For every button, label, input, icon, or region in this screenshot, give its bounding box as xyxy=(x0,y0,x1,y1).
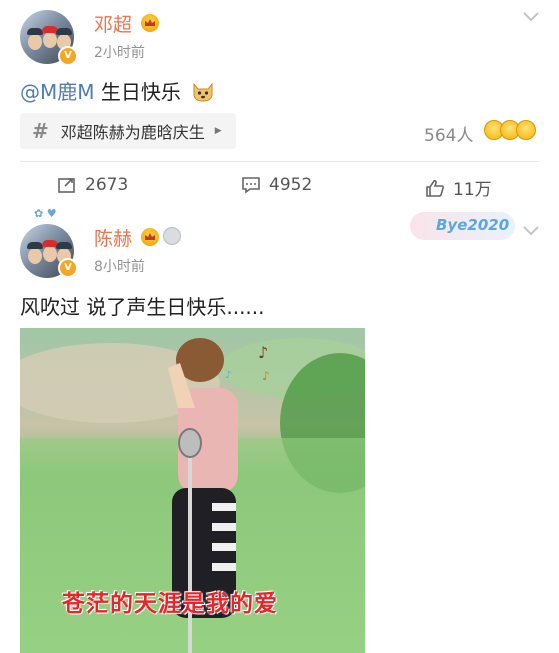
author-name[interactable]: 陈赫 xyxy=(94,224,132,251)
svg-text:♪: ♪ xyxy=(258,343,268,362)
svg-text:♪: ♪ xyxy=(225,370,231,381)
verified-badge-icon: V xyxy=(58,46,78,66)
comment-count: 4952 xyxy=(269,175,313,195)
image-subtitle: 苍茫的天涯是我的爱 xyxy=(62,591,278,617)
post-text: @M鹿M 生日快乐 xyxy=(20,76,215,107)
card-decoration-text: Bye2020 xyxy=(436,216,510,234)
crown-icon xyxy=(141,228,159,246)
surprise-emoji-icon xyxy=(516,120,536,140)
divider xyxy=(20,161,539,162)
repost-count: 2673 xyxy=(85,175,129,195)
medal-icon xyxy=(163,227,181,245)
chevron-down-icon[interactable] xyxy=(522,222,540,241)
caret-right-icon: ▶ xyxy=(214,126,222,136)
post-text: 风吹过 说了声生日快乐...... xyxy=(20,295,265,319)
mention-link[interactable]: @M鹿M xyxy=(20,80,95,104)
repost-icon xyxy=(58,178,75,193)
post-time: 2小时前 xyxy=(94,45,145,61)
avatar-frame-decoration: ✿ ♥ xyxy=(34,207,57,220)
chevron-down-icon[interactable] xyxy=(522,8,540,27)
repost-button[interactable]: 2673 xyxy=(57,175,128,195)
svg-text:♪: ♪ xyxy=(262,369,270,383)
reaction-emojis xyxy=(484,120,536,140)
doge-emoji-icon xyxy=(191,80,215,107)
hashtag-icon: # xyxy=(32,119,49,143)
like-count: 11万 xyxy=(453,180,492,200)
verified-badge-icon: V xyxy=(58,258,78,278)
thumbs-up-icon xyxy=(426,179,444,197)
post-time: 8小时前 xyxy=(94,259,145,275)
topic-label: 邓超陈赫为鹿晗庆生 xyxy=(60,123,205,142)
post-text-body: 生日快乐 xyxy=(94,80,181,104)
crown-icon xyxy=(141,14,159,32)
author-name[interactable]: 邓超 xyxy=(94,10,132,37)
comment-icon xyxy=(242,177,260,194)
post-image[interactable]: ♪ ♪ ♪ 苍茫的天涯是我的爱 xyxy=(20,328,365,653)
topic-link[interactable]: # 邓超陈赫为鹿晗庆生 ▶ xyxy=(20,113,236,149)
topic-participants-count: 564人 xyxy=(424,126,474,146)
like-button[interactable]: 11万 xyxy=(425,175,492,200)
comment-button[interactable]: 4952 xyxy=(241,175,312,195)
